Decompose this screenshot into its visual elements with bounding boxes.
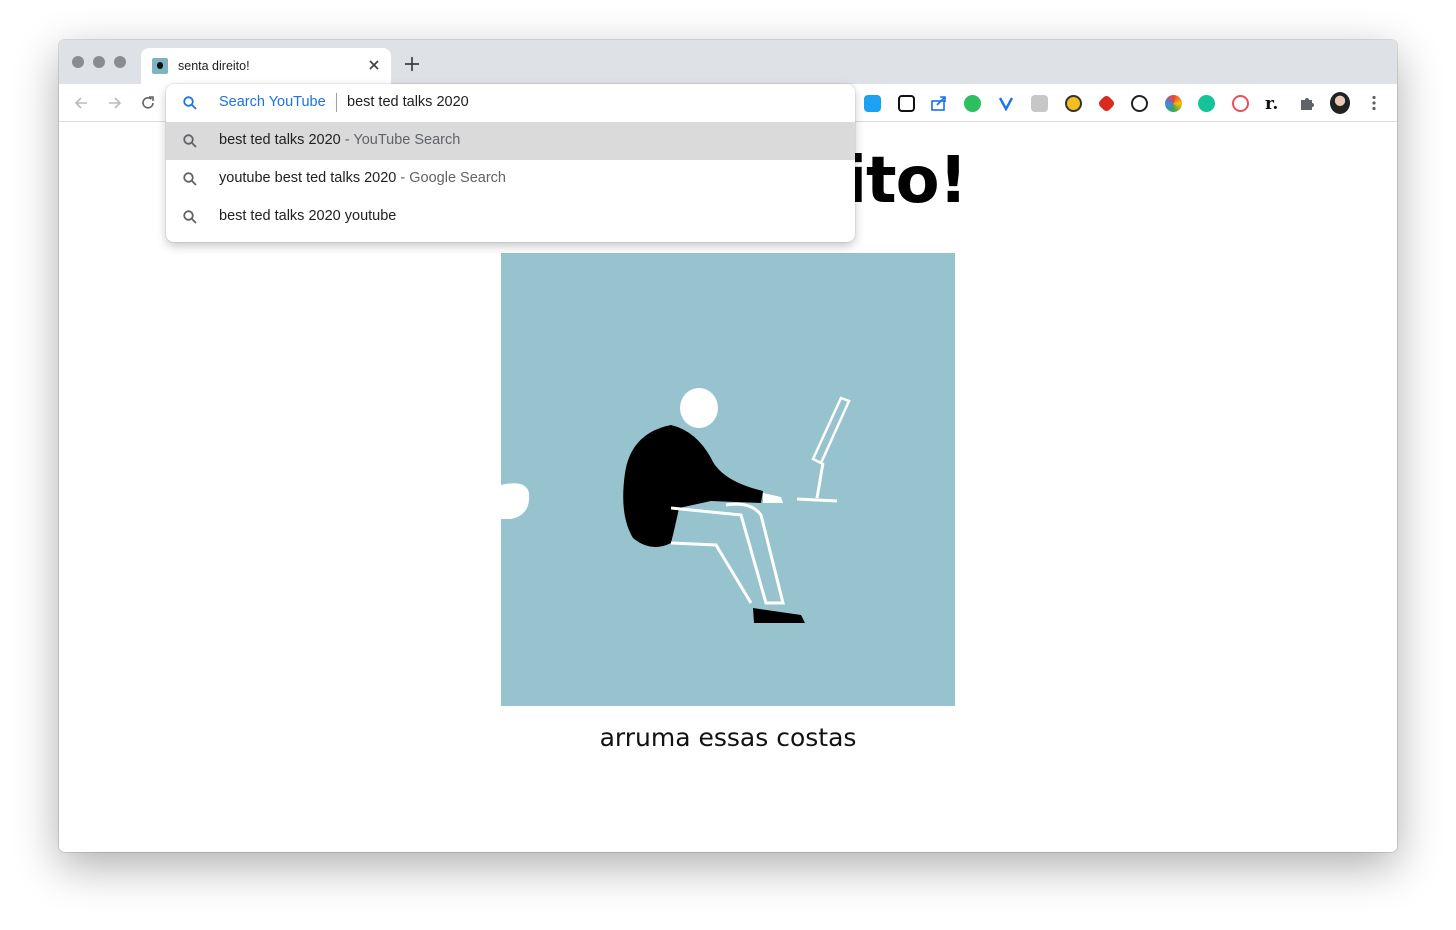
image-caption: arruma essas costas xyxy=(599,723,857,752)
minimize-window-button[interactable] xyxy=(93,56,105,68)
suggestion-row[interactable]: youtube best ted talks 2020 - Google Sea… xyxy=(166,160,855,198)
profile-avatar[interactable] xyxy=(1330,92,1350,114)
vimeo-icon[interactable] xyxy=(996,93,1016,113)
screenshot-extension-icon[interactable] xyxy=(862,93,882,113)
browser-window: senta direito! r. ito! arruma essas cost… xyxy=(59,40,1397,852)
forward-arrow-icon[interactable] xyxy=(106,94,124,112)
omnibox-query-input[interactable]: best ted talks 2020 xyxy=(347,94,469,110)
1password-icon[interactable] xyxy=(1129,93,1149,113)
suggestion-source: - YouTube Search xyxy=(344,132,461,148)
suggestion-text: best ted talks 2020 xyxy=(219,132,341,148)
omnibox-input-row[interactable]: Search YouTube best ted talks 2020 xyxy=(166,84,855,122)
artwork-favicon-icon xyxy=(152,58,168,74)
close-tab-icon[interactable] xyxy=(365,56,383,74)
tab-title: senta direito! xyxy=(178,59,250,73)
back-arrow-icon[interactable] xyxy=(72,94,90,112)
grammarly-icon[interactable] xyxy=(1196,93,1216,113)
evernote-icon[interactable] xyxy=(962,93,982,113)
suggestion-row[interactable]: best ted talks 2020 youtube xyxy=(166,198,855,236)
share-icon[interactable] xyxy=(929,93,949,113)
suggestion-source: - Google Search xyxy=(400,170,506,186)
page-title-visible-part: ito! xyxy=(845,144,968,218)
search-icon xyxy=(183,172,197,186)
puzzle-extensions-icon[interactable] xyxy=(1297,93,1317,113)
suggestion-text: best ted talks 2020 youtube xyxy=(219,208,397,224)
search-icon xyxy=(183,96,197,110)
tab-senta-direito[interactable]: senta direito! xyxy=(141,48,391,84)
color-wheel-icon[interactable] xyxy=(1163,93,1183,113)
title-bar: senta direito! xyxy=(59,40,1397,84)
omnibox-dropdown: Search YouTube best ted talks 2020 best … xyxy=(166,84,855,242)
coin-icon[interactable] xyxy=(1063,93,1083,113)
reload-icon[interactable] xyxy=(139,94,157,112)
spiral-icon[interactable] xyxy=(1230,93,1250,113)
notion-icon[interactable] xyxy=(896,93,916,113)
search-icon xyxy=(183,210,197,224)
keyword-separator xyxy=(336,93,337,112)
search-keyword-chip: Search YouTube xyxy=(219,94,326,110)
readwise-icon[interactable]: r. xyxy=(1263,93,1283,113)
kebab-menu-icon[interactable] xyxy=(1364,93,1384,113)
svg-text:r.: r. xyxy=(1265,94,1278,112)
search-icon xyxy=(183,134,197,148)
new-tab-button[interactable] xyxy=(403,55,421,73)
zoom-window-button[interactable] xyxy=(114,56,126,68)
suggestion-label: best ted talks 2020 youtube xyxy=(219,208,396,224)
suggestion-label: youtube best ted talks 2020 - Google Sea… xyxy=(219,170,506,186)
suggestion-text: youtube best ted talks 2020 xyxy=(219,170,397,186)
suggestion-row[interactable]: best ted talks 2020 - YouTube Search xyxy=(166,122,855,160)
todoist-icon[interactable] xyxy=(1096,93,1116,113)
suggestion-label: best ted talks 2020 - YouTube Search xyxy=(219,132,460,148)
monzo-icon[interactable] xyxy=(1029,93,1049,113)
close-window-button[interactable] xyxy=(72,56,84,68)
illustration-person-at-computer xyxy=(501,253,955,706)
